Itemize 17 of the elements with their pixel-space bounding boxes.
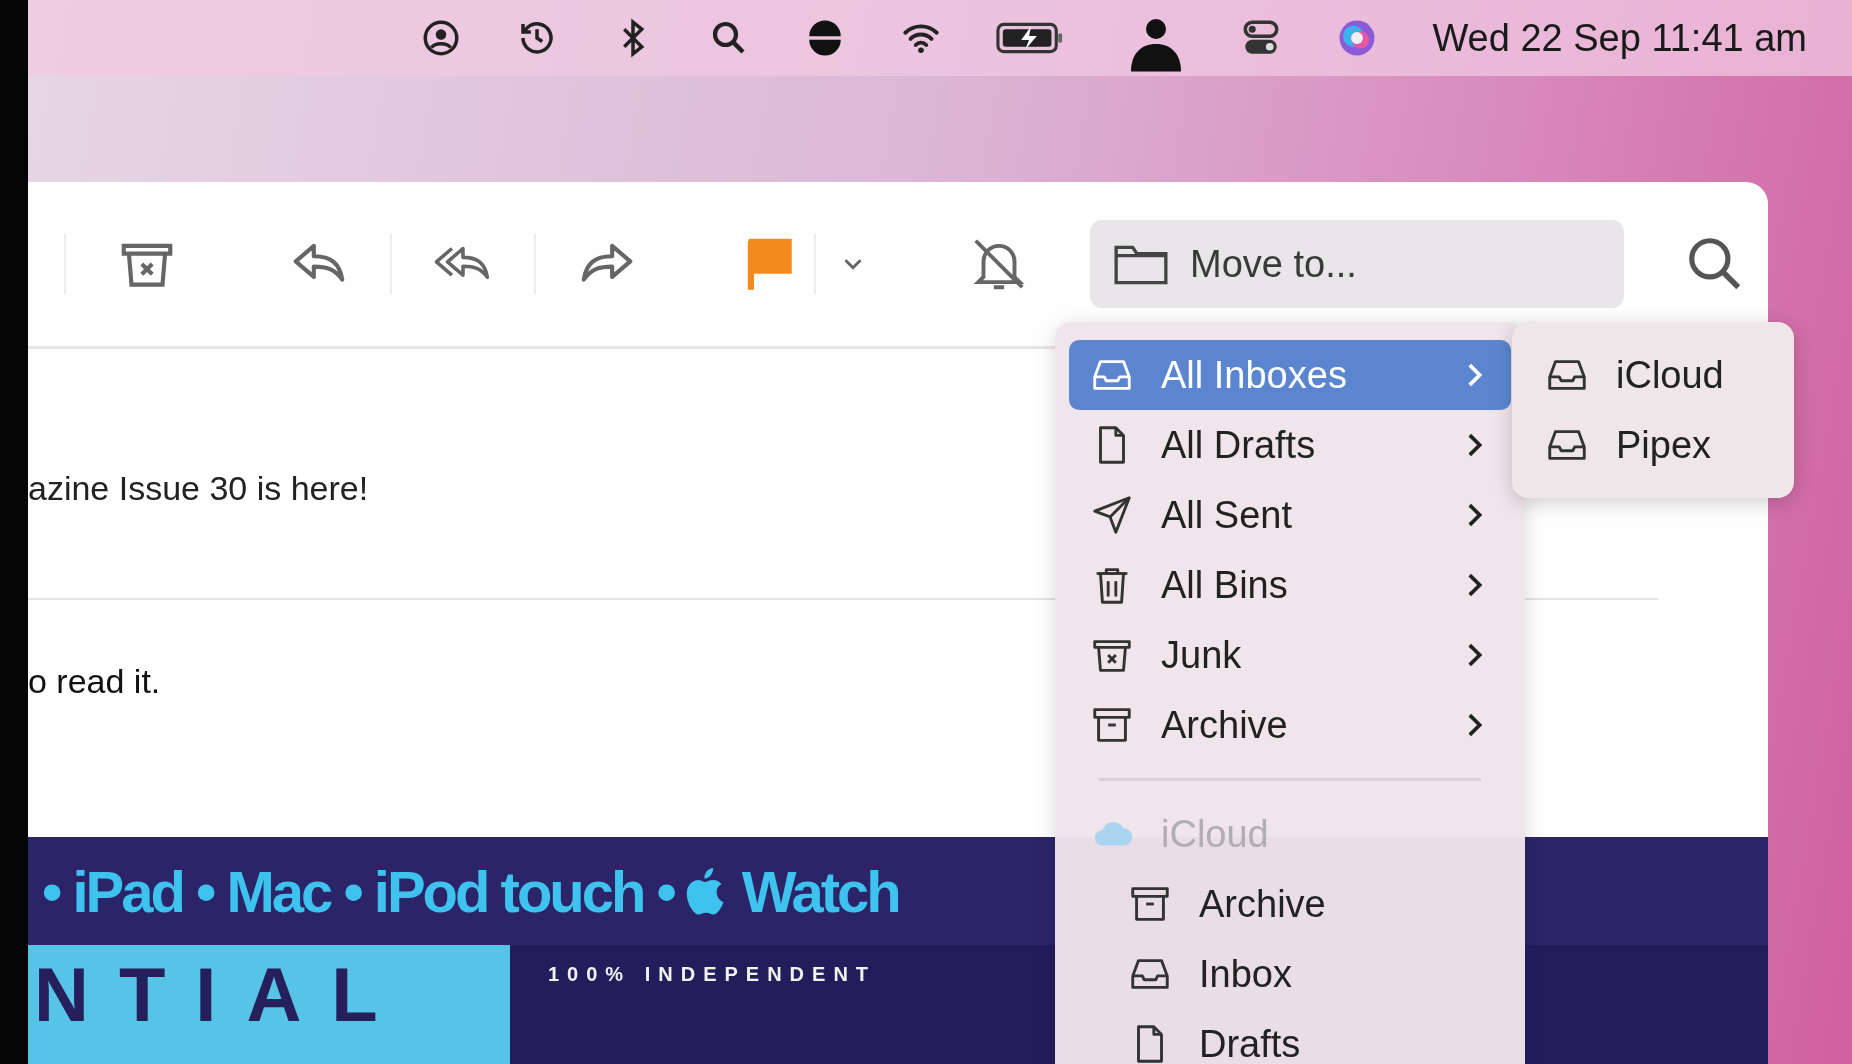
menu-item[interactable]: All Inboxes <box>1069 340 1511 410</box>
message-subject: azine Issue 30 is here! <box>28 469 370 508</box>
menu-item[interactable]: iCloud <box>1524 340 1782 410</box>
message-text: o read it. <box>28 662 162 701</box>
menu-item[interactable]: Junk <box>1069 620 1511 690</box>
menu-item[interactable]: All Bins <box>1069 550 1511 620</box>
menu-bar-clock[interactable]: Wed 22 Sep 11:41 am <box>1432 16 1807 60</box>
menu-item[interactable]: All Sent <box>1069 480 1511 550</box>
banner-tagline: 100% INDEPENDENT <box>548 963 877 986</box>
menu-item[interactable]: All Drafts <box>1069 410 1511 480</box>
menu-item[interactable]: Pipex <box>1524 410 1782 480</box>
banner-watch-text: Watch <box>741 857 899 925</box>
menu-item[interactable]: Archive <box>1069 690 1511 760</box>
account-header: iCloud <box>1069 799 1511 869</box>
banner-title-block: NTIAL <box>28 945 510 1064</box>
move-to-button[interactable]: Move to... <box>1090 220 1624 308</box>
banner-devices-text: • iPad • Mac • iPod touch • <box>42 857 674 925</box>
